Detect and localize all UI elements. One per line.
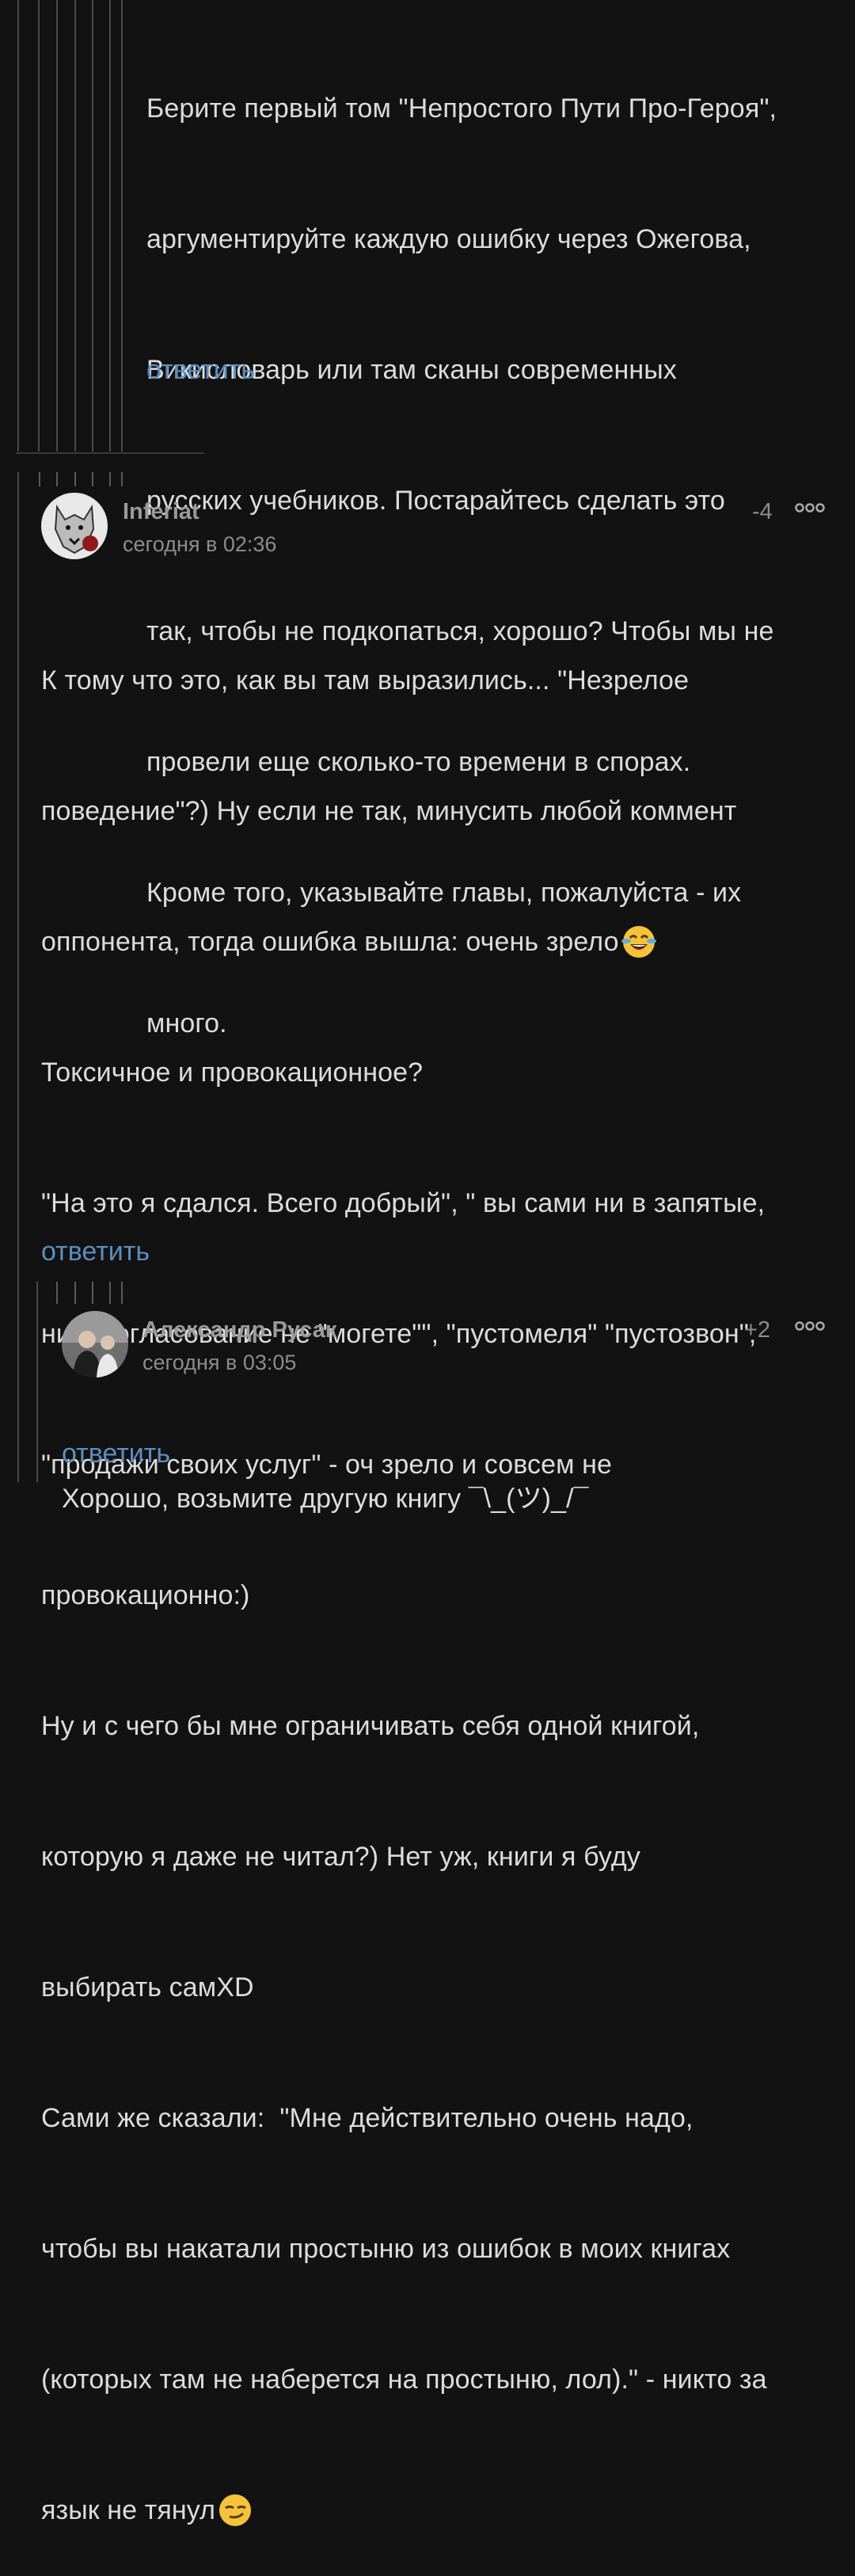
thread-line bbox=[74, 0, 76, 452]
comment-time: сегодня в 02:36 bbox=[123, 532, 277, 556]
thread-line bbox=[17, 472, 19, 1482]
avatar[interactable] bbox=[62, 1311, 128, 1378]
text-line: выбирать самXD bbox=[41, 1972, 254, 2002]
more-dots-icon[interactable] bbox=[795, 1320, 825, 1336]
author-name[interactable]: Александр Русак bbox=[142, 1317, 336, 1343]
thread-line bbox=[121, 0, 123, 452]
text-line: аргументируйте каждую ошибку через Ожего… bbox=[146, 224, 751, 254]
author-name[interactable]: Inferiat bbox=[123, 499, 200, 525]
text-line: К тому что это, как вы там выразились...… bbox=[41, 665, 690, 695]
text-line: которую я даже не читал?) Нет уж, книги … bbox=[41, 1842, 640, 1872]
thread-line bbox=[38, 0, 40, 452]
thread-line bbox=[92, 0, 93, 452]
reply-link[interactable]: ответить bbox=[41, 1237, 150, 1267]
comment-body: К тому что это, как вы там выразились...… bbox=[41, 572, 841, 2576]
avatar[interactable] bbox=[41, 493, 108, 559]
comment-rating: +2 bbox=[744, 1317, 771, 1343]
text-line: Берите первый том "Непростого Пути Про-Г… bbox=[146, 93, 777, 124]
smirk-emoji-icon bbox=[215, 2489, 255, 2528]
comment-separator bbox=[16, 452, 204, 454]
text-line: (которых там не наберется на простыню, л… bbox=[41, 2365, 767, 2395]
thread-line bbox=[17, 0, 19, 452]
more-dots-icon[interactable] bbox=[795, 502, 825, 517]
comment-body: Хорошо, возьмите другую книгу ¯\_(ツ)_/¯ bbox=[62, 1390, 838, 1564]
text-line: провокационно:) bbox=[41, 1580, 250, 1610]
comment-time: сегодня в 03:05 bbox=[142, 1351, 297, 1374]
text-line: Сами же сказали: "Мне действительно очен… bbox=[41, 2103, 694, 2133]
text-fragment: язык не тянул bbox=[41, 2495, 216, 2525]
text-line: "На это я сдался. Всего добрый", " вы са… bbox=[41, 1188, 766, 1218]
text-line: Хорошо, возьмите другую книгу ¯\_(ツ)_/¯ bbox=[62, 1484, 589, 1514]
text-line: язык не тянул bbox=[41, 2489, 841, 2532]
comment-rating: -4 bbox=[752, 499, 773, 524]
thread-line bbox=[56, 0, 58, 452]
thread-line bbox=[36, 1282, 38, 1482]
text-line: чтобы вы накатали простыню из ошибок в м… bbox=[41, 2234, 731, 2264]
thread-line bbox=[109, 0, 111, 452]
reply-link[interactable]: ответить bbox=[146, 355, 255, 386]
text-line: поведение"?) Ну если не так, минусить лю… bbox=[41, 796, 737, 826]
reply-link[interactable]: ответить bbox=[62, 1439, 170, 1469]
tears-of-joy-emoji-icon bbox=[619, 920, 659, 960]
text-line: Ну и с чего бы мне ограничивать себя одн… bbox=[41, 1711, 700, 1741]
text-line: Токсичное и провокационное? bbox=[41, 1057, 424, 1088]
text-line: русских учебников. Постарайтесь сделать … bbox=[146, 486, 725, 516]
text-fragment: оппонента, тогда ошибка вышла: очень зре… bbox=[41, 927, 619, 957]
text-line: оппонента, тогда ошибка вышла: очень зре… bbox=[41, 920, 841, 964]
